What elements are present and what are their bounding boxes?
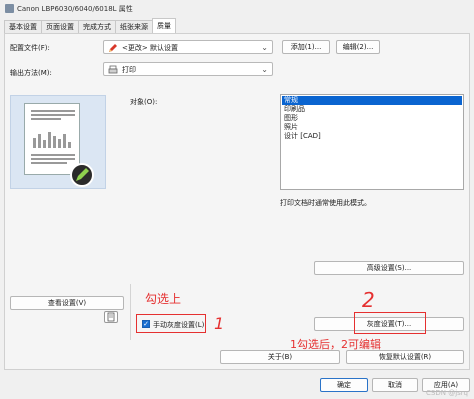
group-divider	[130, 284, 131, 340]
window-title: Canon LBP6030/6040/6018L 属性	[17, 5, 133, 13]
watermark: CSDN @jsrq	[426, 389, 468, 397]
objective-label: 对象(O):	[130, 98, 158, 106]
objective-item-general[interactable]: 常规	[282, 96, 462, 105]
annotation-box-grayscale	[354, 312, 426, 334]
restore-defaults-button[interactable]: 恢复默认设置(R)	[346, 350, 464, 364]
annotation-number-2: 2	[362, 288, 375, 312]
profile-label: 配置文件(F):	[10, 44, 50, 52]
pen-icon	[76, 168, 89, 181]
view-settings-icon[interactable]	[104, 311, 118, 323]
annotation-number-1: 1	[214, 314, 225, 333]
manual-grayscale-checkbox[interactable]: ✓	[142, 320, 150, 328]
document-view-icon	[107, 312, 115, 322]
objective-listbox[interactable]: 常规 印刷品 图形 照片 设计 [CAD]	[280, 94, 464, 190]
printer-app-icon	[5, 4, 14, 13]
objective-item-photos[interactable]: 照片	[282, 123, 462, 132]
add-profile-button[interactable]: 添加(1)...	[282, 40, 330, 54]
edit-profile-button[interactable]: 编辑(2)...	[336, 40, 380, 54]
cancel-button[interactable]: 取消	[372, 378, 418, 392]
chevron-down-icon: ⌄	[261, 65, 268, 74]
view-settings-button[interactable]: 查看设置(V)	[10, 296, 124, 310]
objective-item-graphics[interactable]: 图形	[282, 114, 462, 123]
manual-grayscale-label: 手动灰度设置(L)	[153, 321, 205, 329]
objective-item-cad[interactable]: 设计 [CAD]	[282, 132, 462, 141]
objective-item-publication[interactable]: 印刷品	[282, 105, 462, 114]
tab-basic[interactable]: 基本设置	[4, 20, 42, 33]
advanced-settings-button[interactable]: 高级设置(S)...	[314, 261, 464, 275]
tab-paper-source[interactable]: 纸张来源	[115, 20, 153, 33]
pencil-icon	[109, 44, 117, 52]
tab-quality[interactable]: 质量	[152, 18, 176, 33]
tab-page-setup[interactable]: 页面设置	[41, 20, 79, 33]
printer-icon	[108, 65, 118, 74]
chevron-down-icon: ⌄	[261, 43, 268, 52]
tab-bar: 基本设置 页面设置 完成方式 纸张来源 质量	[4, 18, 176, 34]
objective-description: 打印文档时通常使用此模式。	[280, 199, 371, 207]
tab-finishing[interactable]: 完成方式	[78, 20, 116, 33]
quality-pen-icon	[70, 163, 94, 187]
profile-select[interactable]: <更改> 默认设置 ⌄	[103, 40, 273, 54]
about-button[interactable]: 关于(B)	[220, 350, 340, 364]
annotation-check-above: 勾选上	[145, 292, 182, 306]
output-method-label: 输出方法(M):	[10, 69, 52, 77]
profile-select-value: <更改> 默认设置	[122, 44, 178, 52]
output-method-value: 打印	[122, 66, 136, 74]
ok-button[interactable]: 确定	[320, 378, 368, 392]
output-method-select[interactable]: 打印 ⌄	[103, 62, 273, 76]
